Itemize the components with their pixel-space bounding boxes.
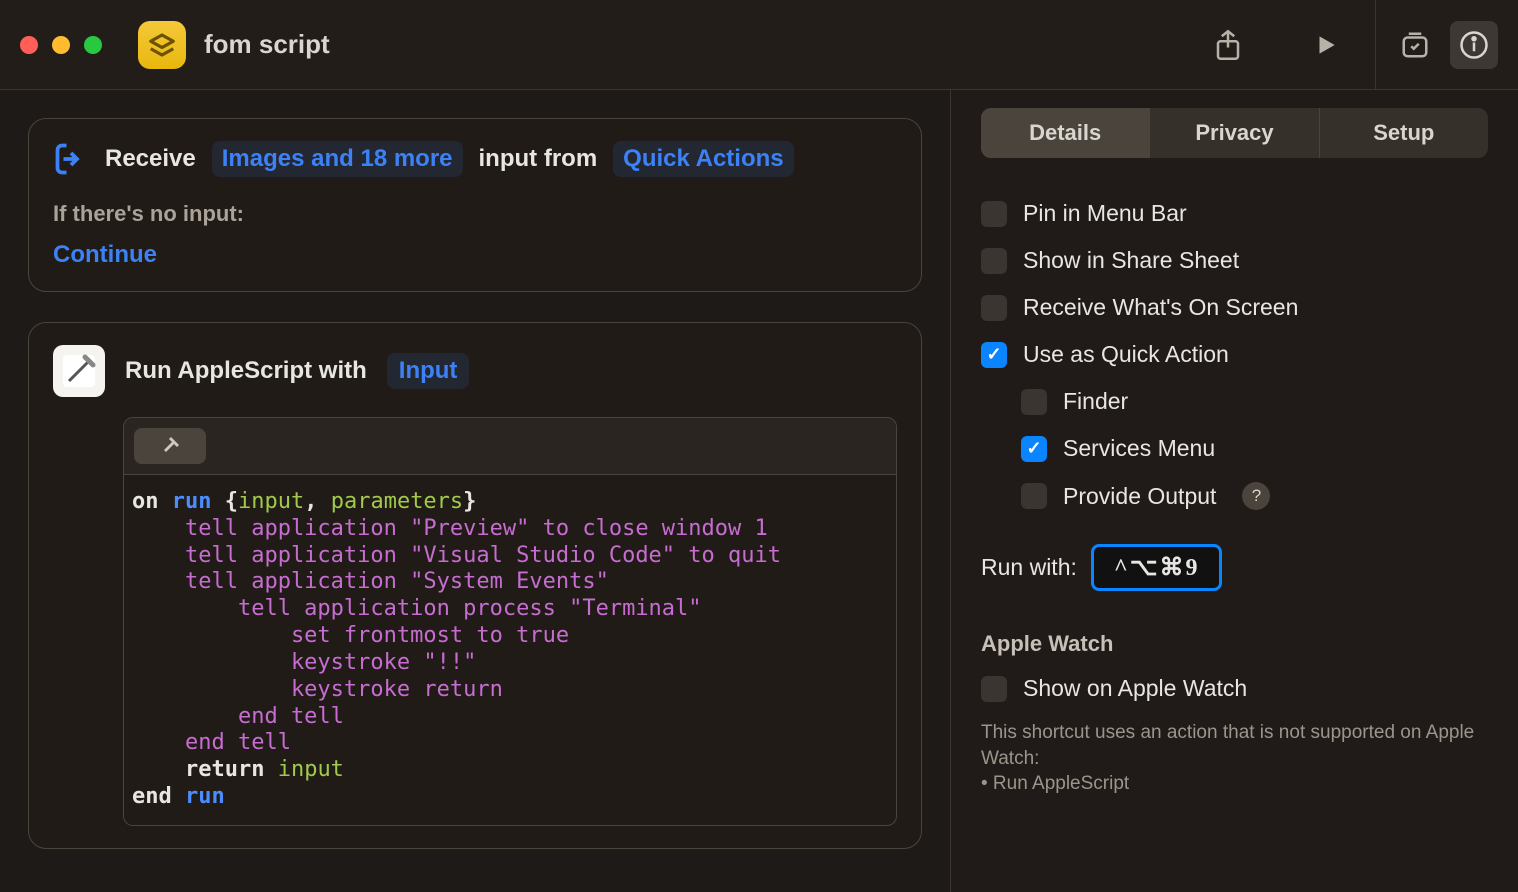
- share-icon[interactable]: [1209, 26, 1247, 64]
- apple-watch-note: This shortcut uses an action that is not…: [981, 720, 1488, 797]
- workflow-canvas: Receive Images and 18 more input from Qu…: [0, 90, 951, 892]
- apple-watch-checkbox[interactable]: [981, 676, 1007, 702]
- pin-menu-bar-label: Pin in Menu Bar: [1023, 200, 1187, 227]
- input-arrow-icon: [53, 141, 89, 177]
- no-input-label: If there's no input:: [53, 201, 897, 227]
- shortcut-app-icon: [138, 21, 186, 69]
- quick-action-checkbox[interactable]: [981, 342, 1007, 368]
- action-input-pill[interactable]: Input: [387, 353, 470, 389]
- services-menu-checkbox[interactable]: [1021, 436, 1047, 462]
- finder-label: Finder: [1063, 388, 1128, 415]
- receive-screen-label: Receive What's On Screen: [1023, 294, 1298, 321]
- action-title: Run AppleScript with: [125, 357, 367, 385]
- hotkey-field[interactable]: ^⌥⌘9: [1091, 544, 1223, 591]
- close-window-button[interactable]: [20, 36, 38, 54]
- compile-button[interactable]: [134, 428, 206, 464]
- script-toolbar: [124, 418, 896, 475]
- provide-output-checkbox[interactable]: [1021, 483, 1047, 509]
- applescript-action-icon: [53, 345, 105, 397]
- share-sheet-label: Show in Share Sheet: [1023, 247, 1239, 274]
- input-source-token[interactable]: Quick Actions: [613, 141, 793, 177]
- inspector-sidebar: Details Privacy Setup Pin in Menu Bar Sh…: [951, 90, 1518, 892]
- info-icon[interactable]: [1450, 21, 1498, 69]
- script-code[interactable]: on run {input, parameters} tell applicat…: [124, 475, 896, 825]
- traffic-lights: [20, 36, 102, 54]
- provide-output-label: Provide Output: [1063, 483, 1216, 510]
- script-editor[interactable]: on run {input, parameters} tell applicat…: [123, 417, 897, 826]
- services-menu-label: Services Menu: [1063, 435, 1215, 462]
- from-label: input from: [479, 145, 598, 173]
- library-icon[interactable]: [1396, 26, 1434, 64]
- share-sheet-checkbox[interactable]: [981, 248, 1007, 274]
- receive-label: Receive: [105, 145, 196, 173]
- run-applescript-action[interactable]: Run AppleScript with Input on run {input…: [28, 322, 922, 849]
- tab-privacy[interactable]: Privacy: [1150, 108, 1319, 158]
- inspector-tabs: Details Privacy Setup: [981, 108, 1488, 158]
- no-input-action[interactable]: Continue: [53, 241, 157, 269]
- pin-menu-bar-checkbox[interactable]: [981, 201, 1007, 227]
- titlebar: fom script: [0, 0, 1518, 90]
- tab-details[interactable]: Details: [981, 108, 1150, 158]
- window-title: fom script: [204, 29, 1209, 60]
- apple-watch-label: Show on Apple Watch: [1023, 675, 1247, 702]
- input-types-token[interactable]: Images and 18 more: [212, 141, 463, 177]
- minimize-window-button[interactable]: [52, 36, 70, 54]
- finder-checkbox[interactable]: [1021, 389, 1047, 415]
- run-with-label: Run with:: [981, 554, 1077, 581]
- receive-screen-checkbox[interactable]: [981, 295, 1007, 321]
- tab-setup[interactable]: Setup: [1320, 108, 1488, 158]
- run-icon[interactable]: [1307, 26, 1345, 64]
- apple-watch-header: Apple Watch: [981, 631, 1488, 657]
- input-settings-card[interactable]: Receive Images and 18 more input from Qu…: [28, 118, 922, 292]
- help-icon[interactable]: ?: [1242, 482, 1270, 510]
- zoom-window-button[interactable]: [84, 36, 102, 54]
- quick-action-label: Use as Quick Action: [1023, 341, 1229, 368]
